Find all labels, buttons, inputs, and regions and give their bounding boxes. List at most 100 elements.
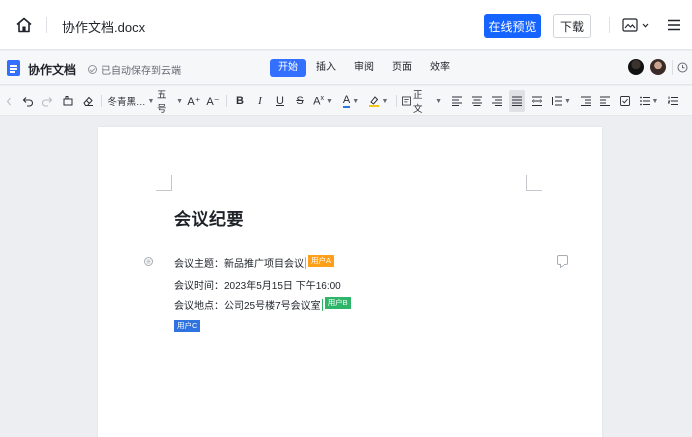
check-circle-icon [88,65,97,74]
paragraph-text: 会议主题：新品推广项目会议 [174,259,304,270]
font-family-select[interactable]: 冬青黑… ▼ [107,86,155,116]
ribbon-tabs: 开始 插入 审阅 页面 效率 [270,59,460,77]
line-spacing-icon [552,96,563,106]
document-heading[interactable]: 会议纪要 [174,205,244,230]
tab-start[interactable]: 开始 [270,59,306,77]
format-painter-icon [63,96,73,106]
highlight-button[interactable]: ▼ [366,86,390,116]
document-header-bar: 协作文档 已自动保存到云端 开始 插入 审阅 页面 效率 [0,51,692,85]
increase-indent-button[interactable] [598,86,612,116]
image-view-button[interactable] [622,15,650,35]
align-left-button[interactable] [450,86,464,116]
redo-icon [42,96,53,107]
align-right-icon [492,96,502,106]
editor-canvas[interactable]: 会议纪要 会议主题：新品推广项目会议 用户A 会议时间：2023年5月15日 下… [0,117,692,437]
indent-decrease-icon [581,96,591,106]
font-size-value: 五号 [157,90,167,115]
align-justify-icon [512,96,522,106]
caret-down-icon: ▼ [147,97,155,105]
font-color-icon: A [342,93,351,108]
collaborator-avatar[interactable] [628,59,644,75]
numbered-list-icon [668,96,678,105]
home-button[interactable] [12,13,36,37]
paragraph-style-icon [402,96,411,106]
superscript-icon: Ax [313,94,324,108]
chevron-left-icon [6,97,11,105]
paragraph-text: 会议地点：公司25号楼7号会议室 [174,301,321,312]
bullet-list-button[interactable]: ▼ [638,86,660,116]
undo-icon [22,96,33,107]
caret-down-icon: ▼ [352,97,360,105]
font-color-button[interactable]: A ▼ [340,86,362,116]
add-comment-button[interactable] [557,255,568,265]
download-button[interactable]: 下载 [553,14,591,38]
underline-button[interactable]: U [273,86,287,116]
strikethrough-button[interactable]: S [293,86,307,116]
caret-down-icon: ▼ [381,97,389,105]
caret-down-icon: ▼ [435,97,442,105]
align-center-icon [472,96,482,106]
file-name: 协作文档.docx [62,20,146,35]
grow-font-button[interactable]: A⁺ [187,86,201,116]
block-handle-button[interactable] [144,257,153,266]
page-margin-marker [526,175,542,191]
chevron-down-icon [642,23,649,28]
clock-icon [677,62,688,73]
paragraph-location[interactable]: 会议地点：公司25号楼7号会议室 用户B [174,296,351,312]
eraser-icon [83,96,93,106]
clear-format-button[interactable] [80,86,96,116]
tab-efficiency[interactable]: 效率 [422,59,458,77]
bullet-list-icon [639,96,650,106]
shrink-font-button[interactable]: A⁻ [206,86,220,116]
numbered-list-button[interactable] [666,86,680,116]
toolbar-separator [226,95,227,107]
paragraph-topic[interactable]: 会议主题：新品推广项目会议 用户A [174,254,335,270]
document-icon [7,60,20,76]
format-toolbar: 冬青黑… ▼ 五号 ▼ A⁺ A⁻ B I U S Ax ▼ A ▼ ▼ 正文 ▼ ▼ [0,86,692,116]
paragraph-style-value: 正文 [412,90,423,115]
checklist-button[interactable] [618,86,632,116]
caret-down-icon: ▼ [651,97,659,105]
save-status-text: 已自动保存到云端 [101,66,181,77]
history-button[interactable] [672,60,690,75]
paragraph-text: 会议时间：2023年5月15日 下午16:00 [174,281,341,292]
menu-button[interactable] [664,14,684,36]
tab-review[interactable]: 审阅 [346,59,382,77]
indent-increase-icon [600,96,610,106]
line-spacing-button[interactable]: ▼ [550,86,572,116]
collaborator-label: 用户B [324,296,351,309]
highlighter-icon [368,96,379,107]
document-title[interactable]: 协作文档 [28,61,76,78]
superscript-button[interactable]: Ax ▼ [312,86,334,116]
font-size-select[interactable]: 五号 ▼ [157,86,183,116]
collaborator-avatar[interactable] [650,59,666,75]
document-page[interactable]: 会议纪要 会议主题：新品推广项目会议 用户A 会议时间：2023年5月15日 下… [98,127,602,437]
distributed-align-button[interactable] [530,86,544,116]
caret-down-icon: ▼ [176,97,183,105]
font-family-value: 冬青黑… [107,97,146,108]
bold-button[interactable]: B [233,86,247,116]
align-justify-button[interactable] [509,90,525,112]
divider [609,17,610,33]
redo-button[interactable] [39,86,55,116]
undo-button[interactable] [20,86,36,116]
top-bar: 协作文档.docx 在线预览 下载 [0,0,692,50]
scroll-left-button[interactable] [4,86,14,116]
collaborator-label: 用户A [308,254,335,267]
online-preview-button[interactable]: 在线预览 [484,14,541,38]
align-right-button[interactable] [490,86,504,116]
paragraph-time[interactable]: 会议时间：2023年5月15日 下午16:00 [174,277,341,292]
paragraph-style-select[interactable]: 正文 ▼ [402,86,442,116]
format-painter-button[interactable] [60,86,76,116]
save-status: 已自动保存到云端 [88,62,181,77]
tab-page[interactable]: 页面 [384,59,420,77]
toolbar-separator [396,95,397,107]
caret-down-icon: ▼ [325,97,333,105]
align-center-button[interactable] [470,86,484,116]
decrease-indent-button[interactable] [579,86,593,116]
drag-handle-icon [146,259,151,264]
italic-button[interactable]: I [253,86,267,116]
divider [46,17,47,33]
image-icon [622,18,638,32]
tab-insert[interactable]: 插入 [308,59,344,77]
